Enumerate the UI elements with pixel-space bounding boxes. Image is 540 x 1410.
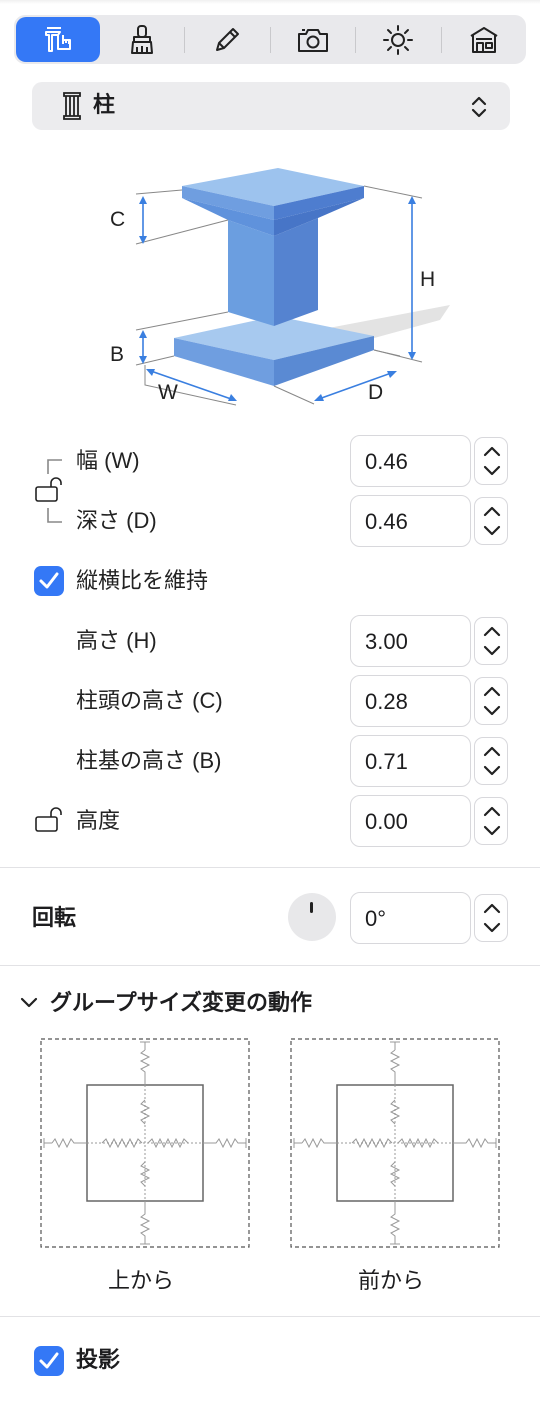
front-view-caption: 前から <box>358 1268 425 1293</box>
object-type-value: 柱 <box>93 93 116 118</box>
section-divider <box>0 1316 540 1317</box>
disclosure-chevron-icon[interactable] <box>20 996 38 1010</box>
chevron-up-icon <box>483 746 501 757</box>
sun-icon <box>383 24 414 55</box>
object-type-select[interactable]: 柱 <box>32 82 510 130</box>
capital-height-label: 柱頭の高さ (C) <box>76 688 223 713</box>
chevron-down-icon <box>483 705 501 716</box>
tab-material[interactable] <box>100 15 185 64</box>
chevron-down-icon <box>483 922 501 933</box>
tab-draw[interactable] <box>185 15 270 64</box>
chevron-up-icon <box>483 903 501 914</box>
diagram-label-d: D <box>368 381 384 404</box>
height-input[interactable]: 3.00 <box>350 615 471 667</box>
resize-behavior-front[interactable] <box>290 1038 500 1248</box>
chevron-down-icon <box>483 525 501 536</box>
tab-camera[interactable] <box>271 15 356 64</box>
chevron-down-icon <box>483 465 501 476</box>
elevation-input[interactable]: 0.00 <box>350 795 471 847</box>
base-height-input[interactable]: 0.71 <box>350 735 471 787</box>
base-height-label: 柱基の高さ (B) <box>76 748 222 773</box>
top-view-caption: 上から <box>108 1268 175 1293</box>
section-divider <box>0 867 540 868</box>
keep-ratio-checkbox[interactable] <box>34 566 64 596</box>
depth-label: 深さ (D) <box>76 508 157 533</box>
rotation-dial[interactable] <box>288 893 336 941</box>
rotation-stepper[interactable] <box>474 894 508 942</box>
top-edge <box>0 0 540 4</box>
chevron-down-icon <box>483 825 501 836</box>
depth-stepper[interactable] <box>474 497 508 545</box>
checkmark-icon <box>39 572 59 589</box>
group-resize-title: グループサイズ変更の動作 <box>50 991 313 1016</box>
base-height-stepper[interactable] <box>474 737 508 785</box>
capital-height-stepper[interactable] <box>474 677 508 725</box>
chevron-up-icon <box>483 806 501 817</box>
inspector-toolbar <box>14 15 526 64</box>
measure-icon <box>44 26 71 52</box>
diagram-label-w: W <box>158 381 178 404</box>
pencil-icon <box>216 27 240 51</box>
diagram-label-h: H <box>420 268 436 291</box>
depth-input[interactable]: 0.46 <box>350 495 471 547</box>
checkmark-icon <box>39 1352 59 1369</box>
chevron-up-icon <box>483 686 501 697</box>
diagram-label-b: B <box>110 343 125 366</box>
section-divider <box>0 965 540 966</box>
chevron-down-icon <box>483 765 501 776</box>
capital-height-input[interactable]: 0.28 <box>350 675 471 727</box>
chevron-up-icon <box>483 446 501 457</box>
chevron-down-icon <box>483 645 501 656</box>
keep-ratio-label: 縦横比を維持 <box>76 568 209 593</box>
chevron-up-icon <box>483 626 501 637</box>
camera-icon <box>297 28 328 52</box>
elevation-stepper[interactable] <box>474 797 508 845</box>
column-icon <box>63 92 81 120</box>
dial-indicator <box>310 902 313 913</box>
chevron-updown-icon <box>471 96 487 118</box>
unlock-icon[interactable] <box>34 476 68 504</box>
column-dimension-diagram <box>135 168 450 406</box>
shadow-checkbox[interactable] <box>34 1346 64 1376</box>
tab-lighting[interactable] <box>356 15 441 64</box>
height-stepper[interactable] <box>474 617 508 665</box>
shadow-label: 投影 <box>76 1348 121 1373</box>
width-input[interactable]: 0.46 <box>350 435 471 487</box>
width-stepper[interactable] <box>474 437 508 485</box>
height-label: 高さ (H) <box>76 628 157 653</box>
rotation-label: 回転 <box>32 906 77 931</box>
unlock-icon[interactable] <box>34 806 68 834</box>
house-icon <box>470 26 498 53</box>
resize-behavior-top[interactable] <box>40 1038 250 1248</box>
width-label: 幅 (W) <box>76 448 140 473</box>
brush-icon <box>130 24 153 54</box>
tab-geometry[interactable] <box>16 17 100 62</box>
rotation-input[interactable]: 0° <box>350 892 471 944</box>
elevation-label: 高度 <box>76 808 121 833</box>
diagram-label-c: C <box>110 208 126 231</box>
chevron-up-icon <box>483 506 501 517</box>
tab-building[interactable] <box>442 15 527 64</box>
